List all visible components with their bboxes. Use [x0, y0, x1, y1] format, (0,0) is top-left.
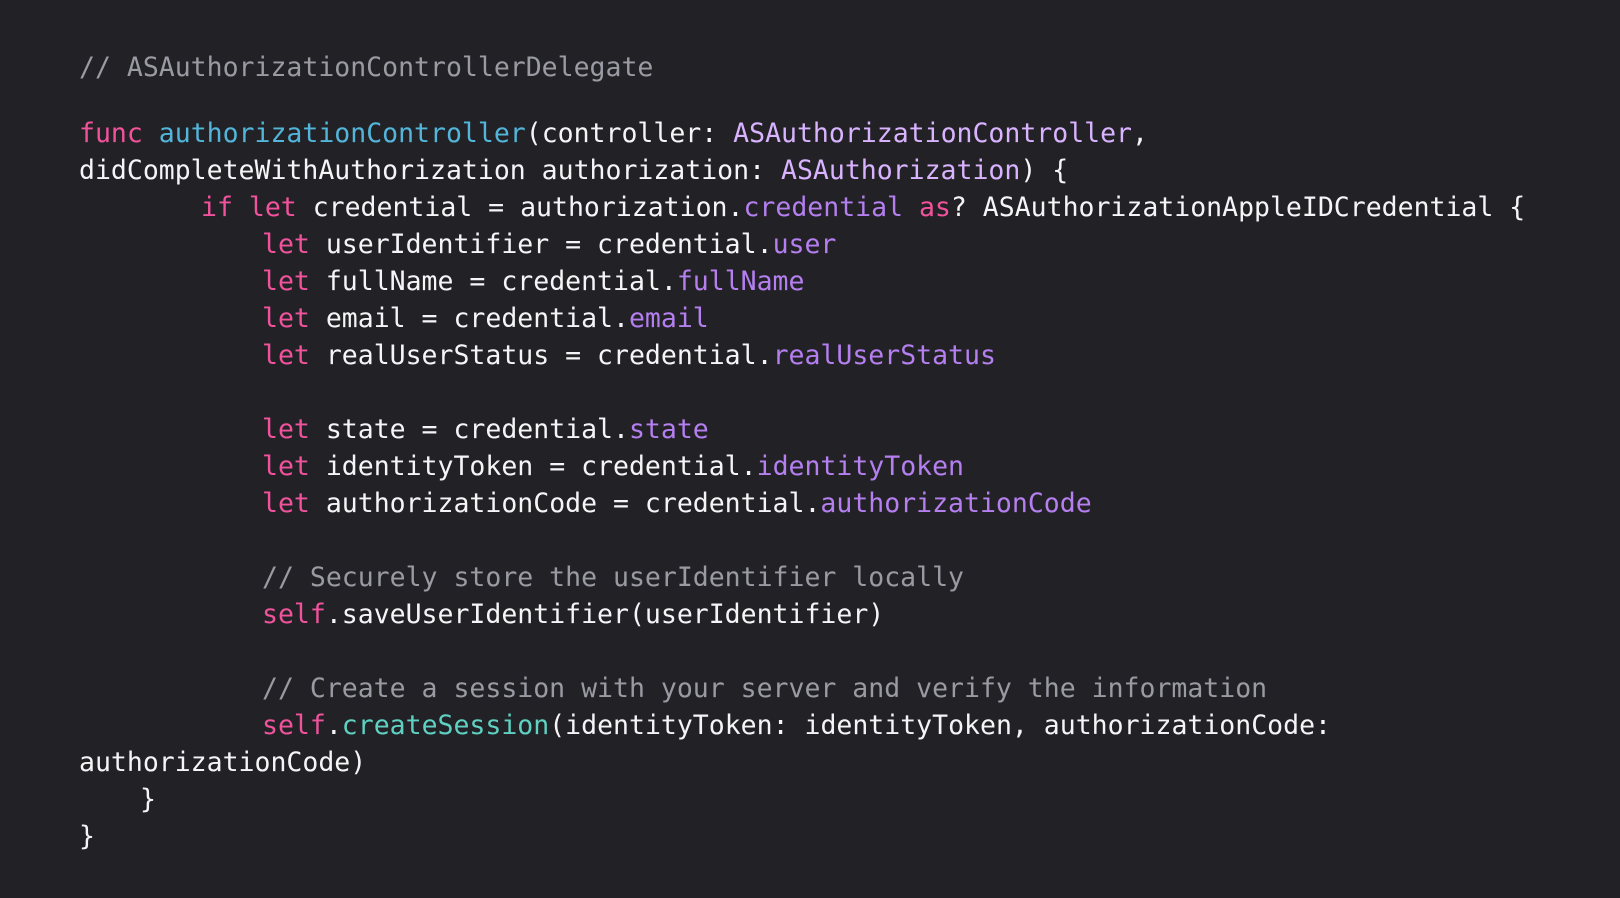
code-token-plain: email = credential.: [325, 303, 629, 334]
code-token-type: ASAuthorization: [781, 155, 1021, 186]
code-token-keyword: let: [262, 340, 326, 371]
code-token-prop: realUserStatus: [772, 340, 996, 371]
code-token-plain: ) {: [1020, 155, 1069, 186]
code-token-prop: authorizationCode: [820, 488, 1092, 519]
code-token-prop: identityToken: [756, 451, 965, 482]
code-token-plain: didCompleteWithAuthorization authorizati…: [79, 155, 781, 186]
code-token-type: ASAuthorizationController: [733, 118, 1133, 149]
code-token-plain: }: [79, 821, 95, 852]
code-line: authorizationCode): [79, 744, 366, 782]
code-token-keyword: if let: [201, 192, 313, 223]
code-token-keyword: let: [262, 488, 326, 519]
code-token-method: createSession: [341, 710, 550, 741]
code-line: let realUserStatus = credential.realUser…: [262, 337, 996, 375]
code-token-keyword: let: [262, 266, 326, 297]
code-editor[interactable]: // ASAuthorizationControllerDelegate fun…: [0, 0, 1620, 898]
code-token-plain: identityToken = credential.: [325, 451, 757, 482]
code-line: }: [140, 781, 156, 819]
code-token-comment: // Create a session with your server and…: [262, 673, 1268, 704]
code-line: // Securely store the userIdentifier loc…: [262, 559, 964, 597]
code-token-prop: user: [772, 229, 837, 260]
code-line: }: [79, 818, 95, 856]
code-line: let userIdentifier = credential.user: [262, 226, 836, 264]
code-token-plain: authorizationCode): [79, 747, 367, 778]
code-token-keyword: self: [262, 710, 326, 741]
code-line: let authorizationCode = credential.autho…: [262, 485, 1092, 523]
code-line: func authorizationController(controller:…: [79, 115, 1148, 153]
code-token-plain: userIdentifier = credential.: [325, 229, 773, 260]
code-token-prop: credential: [743, 192, 919, 223]
code-line: let email = credential.email: [262, 300, 709, 338]
code-line: didCompleteWithAuthorization authorizati…: [79, 152, 1068, 190]
code-token-comment: // ASAuthorizationControllerDelegate: [79, 52, 654, 83]
code-token-plain: authorizationCode = credential.: [325, 488, 821, 519]
code-token-plain: credential = authorization.: [312, 192, 744, 223]
code-token-plain: fullName = credential.: [325, 266, 677, 297]
code-token-keyword: let: [262, 414, 326, 445]
code-token-plain: }: [140, 784, 156, 815]
code-token-plain: .: [325, 710, 342, 741]
code-token-plain: .saveUserIdentifier(userIdentifier): [325, 599, 885, 630]
code-token-plain: (identityToken: identityToken, authoriza…: [549, 710, 1331, 741]
code-token-keyword: let: [262, 303, 326, 334]
code-line: self.createSession(identityToken: identi…: [262, 707, 1331, 745]
code-token-plain: (controller:: [525, 118, 734, 149]
code-line: self.saveUserIdentifier(userIdentifier): [262, 596, 884, 634]
code-token-keyword: as: [918, 192, 951, 223]
code-token-plain: realUserStatus = credential.: [325, 340, 773, 371]
code-token-prop: state: [628, 414, 709, 445]
code-token-prop: email: [628, 303, 709, 334]
code-line: let state = credential.state: [262, 411, 709, 449]
code-token-plain: ? ASAuthorizationAppleIDCredential {: [950, 192, 1526, 223]
code-token-comment: // Securely store the userIdentifier loc…: [262, 562, 964, 593]
code-token-funcdecl: authorizationController: [158, 118, 526, 149]
code-token-keyword: self: [262, 599, 326, 630]
code-line: // Create a session with your server and…: [262, 670, 1267, 708]
code-line: if let credential = authorization.creden…: [201, 189, 1525, 227]
code-line: let fullName = credential.fullName: [262, 263, 804, 301]
code-token-plain: ,: [1132, 118, 1148, 149]
code-line: let identityToken = credential.identityT…: [262, 448, 964, 486]
code-token-keyword: let: [262, 229, 326, 260]
code-token-plain: state = credential.: [325, 414, 629, 445]
code-line: // ASAuthorizationControllerDelegate: [79, 49, 653, 87]
code-token-keyword: let: [262, 451, 326, 482]
code-token-prop: fullName: [676, 266, 805, 297]
code-token-keyword: func: [79, 118, 159, 149]
